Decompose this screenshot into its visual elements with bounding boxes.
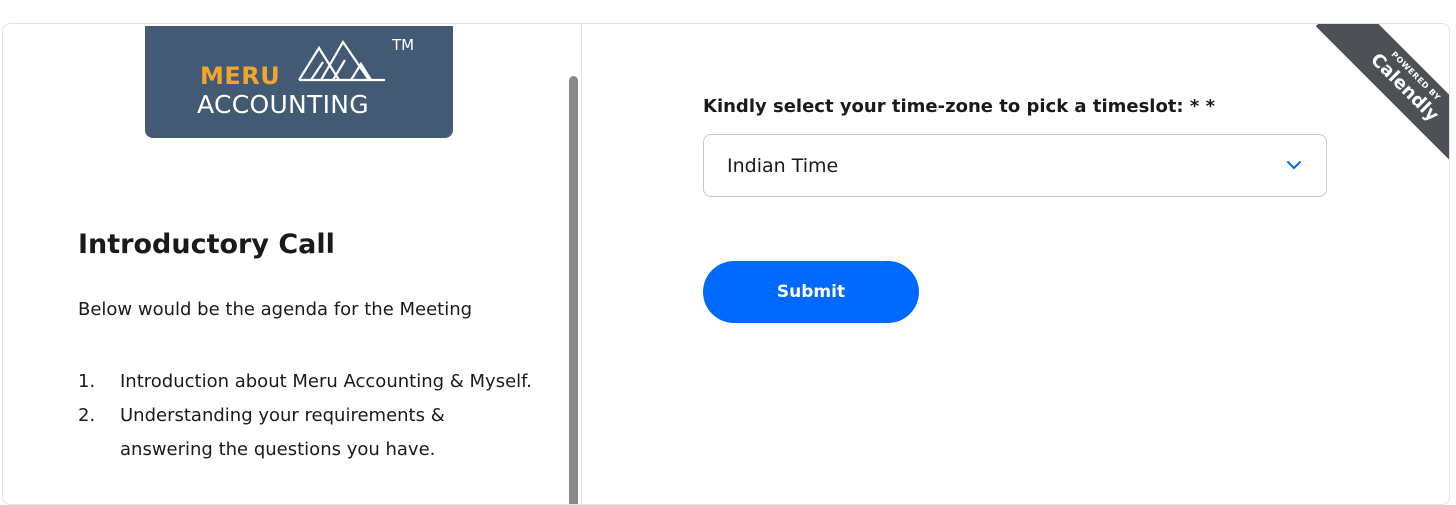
- mountains-icon: [298, 39, 385, 82]
- list-item: 1. Introduction about Meru Accounting & …: [78, 365, 538, 399]
- list-item-text: Understanding your requirements & answer…: [120, 405, 445, 460]
- badge-ribbon: POWERED BY Calendly: [1315, 24, 1449, 174]
- list-item-text: Introduction about Meru Accounting & Mys…: [120, 371, 532, 392]
- logo-word-accounting: ACCOUNTING: [197, 90, 369, 119]
- logo-word-meru: MERU: [200, 62, 281, 90]
- submit-button[interactable]: Submit: [703, 261, 919, 323]
- timezone-label: Kindly select your time-zone to pick a t…: [703, 96, 1215, 117]
- timezone-select[interactable]: Indian Time: [703, 134, 1327, 197]
- list-item-number: 2.: [78, 405, 96, 426]
- scheduling-card: MERU TM ACCOUNTING Introductory Call Bel…: [2, 23, 1450, 505]
- event-title: Introductory Call: [78, 229, 335, 260]
- logo-trademark: TM: [392, 36, 415, 54]
- event-details-pane: MERU TM ACCOUNTING Introductory Call Bel…: [3, 24, 582, 504]
- powered-by-calendly-badge[interactable]: POWERED BY Calendly: [1299, 24, 1449, 174]
- event-description: Below would be the agenda for the Meetin…: [78, 299, 473, 320]
- timezone-selected-value: Indian Time: [727, 155, 839, 177]
- company-logo: MERU TM ACCOUNTING: [145, 26, 453, 138]
- agenda-list: 1. Introduction about Meru Accounting & …: [78, 365, 538, 467]
- scrollbar-thumb[interactable]: [569, 76, 578, 504]
- list-item-number: 1.: [78, 371, 96, 392]
- list-item: 2. Understanding your requirements & ans…: [78, 399, 538, 467]
